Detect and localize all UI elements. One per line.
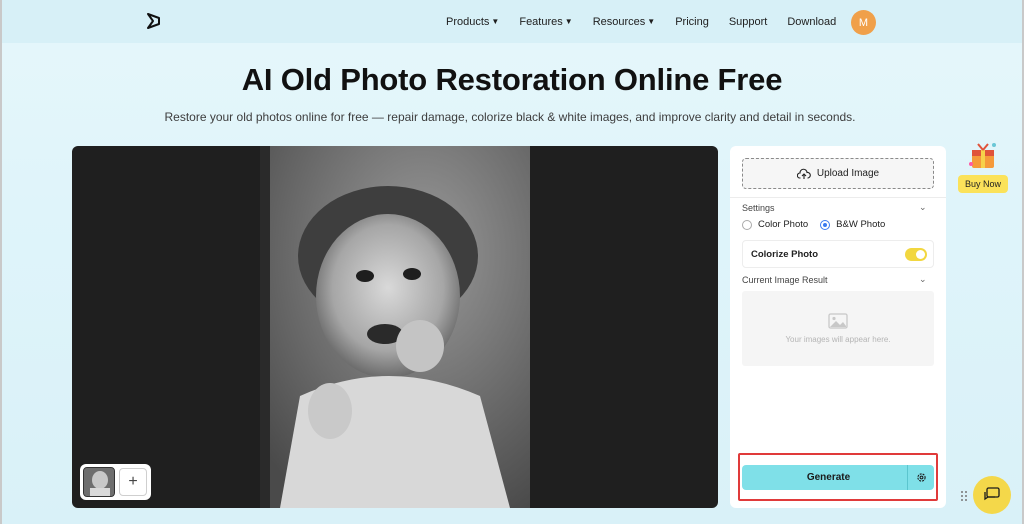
- cloud-upload-icon: [796, 168, 811, 179]
- nav-item-support[interactable]: Support: [729, 16, 768, 28]
- radio-label-bw-photo: B&W Photo: [836, 219, 886, 230]
- image-icon: [828, 313, 848, 329]
- divider: [730, 197, 946, 198]
- nav-item-label: Products: [446, 15, 490, 28]
- page-title: AI Old Photo Restoration Online Free: [241, 62, 783, 97]
- nav-menu: Products ▼ Features ▼ Resources ▼ Pricing S…: [446, 0, 856, 43]
- nav-item-label: Features: [519, 15, 563, 28]
- avatar[interactable]: M: [851, 10, 876, 35]
- image-preview-canvas: [72, 146, 718, 508]
- thumbnail-image[interactable]: [83, 467, 115, 497]
- caret-down-icon: ▼: [491, 17, 500, 26]
- top-navigation: Products ▼ Features ▼ Resources ▼ Pricing S…: [0, 0, 1024, 43]
- radio-color-photo[interactable]: [742, 219, 752, 230]
- nav-item-resources[interactable]: Resources ▼: [593, 16, 656, 28]
- buy-now-button[interactable]: Buy Now: [958, 175, 1008, 193]
- caret-down-icon: ▼: [647, 17, 656, 26]
- colorize-toggle[interactable]: [905, 248, 927, 261]
- brand-logo-icon[interactable]: [145, 12, 163, 30]
- plus-icon: +: [128, 473, 138, 490]
- chat-icon: [984, 487, 1000, 501]
- thumbnail-strip: +: [80, 464, 151, 500]
- generate-label: Generate: [806, 472, 851, 483]
- nav-item-features[interactable]: Features ▼: [519, 16, 572, 28]
- result-placeholder-text: Your images will appear here.: [785, 335, 891, 344]
- chat-support-button[interactable]: [973, 476, 1011, 514]
- caret-down-icon: ▼: [564, 17, 573, 26]
- nav-item-label: Support: [728, 15, 768, 28]
- chevron-down-icon[interactable]: ⌄: [919, 274, 927, 285]
- nav-item-label: Resources: [592, 15, 646, 28]
- colorize-label: Colorize Photo: [751, 248, 819, 260]
- nav-item-label: Pricing: [675, 15, 709, 28]
- baby-photo-image: [260, 146, 530, 508]
- photo-type-radio-group: Color Photo B&W Photo: [742, 219, 885, 230]
- upload-image-button[interactable]: Upload Image: [742, 158, 934, 189]
- page-subtitle: Restore your old photos online for free …: [164, 110, 856, 124]
- settings-label: Settings: [742, 203, 775, 213]
- generate-button[interactable]: Generate: [742, 465, 934, 490]
- radio-label-color-photo: Color Photo: [758, 219, 809, 230]
- radio-bw-photo[interactable]: [820, 219, 831, 230]
- nav-item-products[interactable]: Products ▼: [446, 16, 499, 28]
- old-photo-preview: [260, 146, 530, 508]
- drag-handle-icon[interactable]: [960, 490, 968, 502]
- chevron-down-icon[interactable]: ⌄: [919, 202, 927, 213]
- gear-icon[interactable]: [907, 465, 934, 490]
- result-placeholder-box: Your images will appear here.: [742, 291, 934, 366]
- add-image-button[interactable]: +: [119, 468, 147, 496]
- nav-item-pricing[interactable]: Pricing: [675, 16, 709, 28]
- nav-item-label: Download: [787, 15, 837, 28]
- nav-item-download[interactable]: Download: [787, 16, 836, 28]
- colorize-photo-row: Colorize Photo: [742, 240, 934, 268]
- upload-label: Upload Image: [816, 168, 880, 179]
- gift-icon[interactable]: [966, 140, 1000, 172]
- result-label: Current Image Result: [742, 275, 828, 285]
